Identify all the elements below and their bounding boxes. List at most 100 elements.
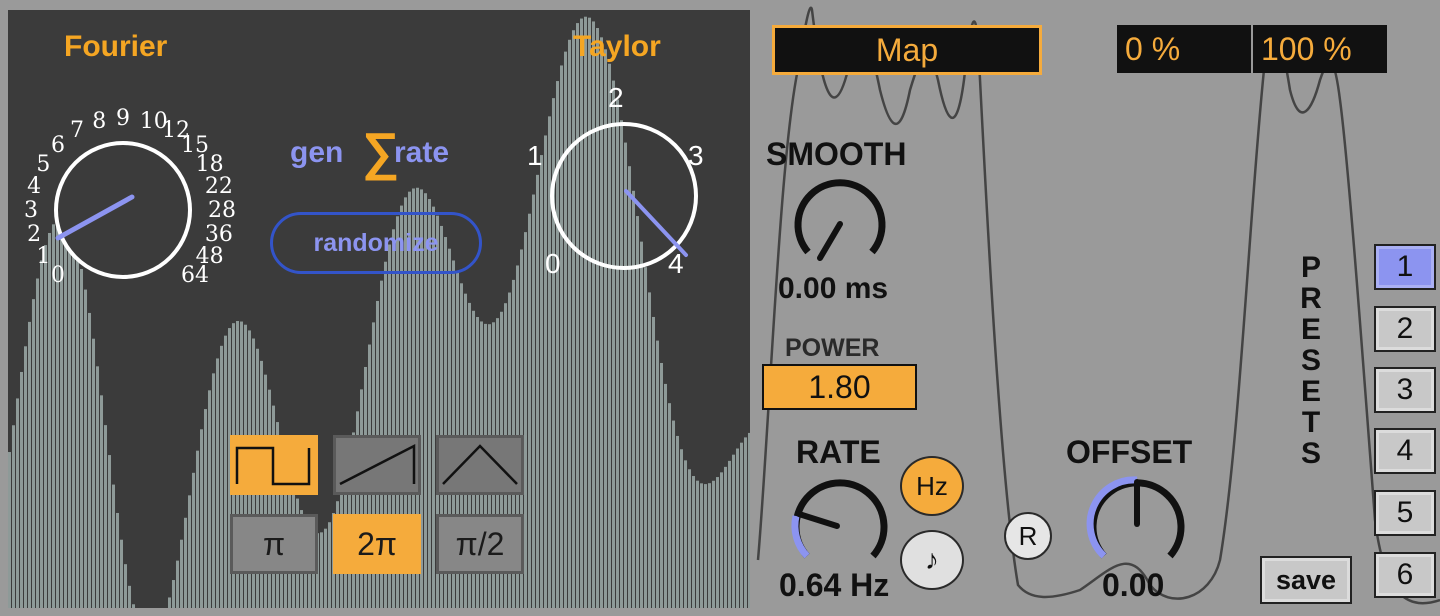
taylor-title: Taylor <box>573 30 661 63</box>
waveform-bar <box>268 389 271 608</box>
range-max-field[interactable]: 100 % <box>1253 25 1387 73</box>
waveform-bar <box>112 484 115 608</box>
presets-letter: S <box>1300 344 1321 377</box>
power-number-box[interactable]: 1.80 <box>762 364 917 410</box>
smooth-knob[interactable] <box>790 176 890 272</box>
waveform-bar <box>92 338 95 608</box>
waveform-bar <box>700 483 703 608</box>
preset-button-2[interactable]: 2 <box>1374 306 1436 352</box>
waveform-bar <box>664 383 667 608</box>
square-wave-icon <box>235 446 311 486</box>
waveform-bar <box>672 420 675 608</box>
waveform-bar <box>728 460 731 608</box>
waveform-bar <box>328 522 331 608</box>
waveform-bar <box>80 268 83 608</box>
preset-button-4[interactable]: 4 <box>1374 428 1436 474</box>
rate-knob[interactable] <box>787 474 893 574</box>
waveform-bar <box>40 260 43 608</box>
square-wave-button[interactable] <box>230 435 318 495</box>
waveform-bar <box>588 17 591 608</box>
triangle-wave-button[interactable] <box>436 435 524 495</box>
triangle-wave-icon <box>442 444 518 485</box>
waveform-bar <box>656 340 659 608</box>
saw-wave-icon <box>339 443 416 486</box>
power-label: POWER <box>785 334 880 362</box>
waveform-bar <box>704 484 707 608</box>
waveform-bar <box>660 362 663 608</box>
waveform-bar <box>532 194 535 608</box>
waveform-bar <box>104 425 107 608</box>
taylor-scale-label: 2 <box>608 82 624 113</box>
rate-knob-pointer <box>796 511 840 529</box>
waveform-bar <box>12 425 15 608</box>
fourier-scale-label: 0 <box>50 263 65 289</box>
taylor-scale-label: 1 <box>527 140 543 171</box>
waveform-bar <box>524 232 527 608</box>
waveform-bar <box>220 345 223 608</box>
offset-label: OFFSET <box>1066 434 1193 470</box>
waveform-bar <box>736 448 739 608</box>
fourier-scale-label: 8 <box>92 109 107 135</box>
fourier-scale-label: 2 <box>27 221 42 247</box>
waveform-bar <box>16 398 19 608</box>
fourier-scale-label: 1 <box>36 244 51 269</box>
offset-value: 0.00 <box>1102 567 1165 603</box>
waveform-bar <box>528 213 531 608</box>
waveform-bar <box>24 346 27 608</box>
reset-button[interactable]: R <box>1004 512 1052 560</box>
fourier-scale-label: 4 <box>27 174 42 200</box>
waveform-bar <box>596 28 599 608</box>
waveform-bar <box>644 267 647 608</box>
waveform-bar <box>720 472 723 608</box>
taylor-dial-pointer <box>624 189 688 257</box>
waveform-bar <box>652 316 655 608</box>
fourier-scale-label: 22 <box>204 174 233 200</box>
waveform-bar <box>32 299 35 608</box>
save-preset-button[interactable]: save <box>1260 556 1352 604</box>
hz-mode-button[interactable]: Hz <box>900 456 964 516</box>
preset-button-1[interactable]: 1 <box>1374 244 1436 290</box>
offset-knob[interactable] <box>1084 474 1190 574</box>
waveform-bar <box>580 18 583 608</box>
waveform-bar <box>360 389 363 608</box>
presets-letter: E <box>1300 375 1321 408</box>
waveform-bar <box>168 597 171 608</box>
fourier-scale-label: 5 <box>36 152 51 177</box>
waveform-bar <box>716 477 719 608</box>
waveform-bar <box>108 455 111 608</box>
waveform-bar <box>124 564 127 608</box>
period-2pi-button[interactable]: 2π <box>333 514 421 574</box>
waveform-bar <box>200 429 203 608</box>
fourier-dial[interactable] <box>48 135 198 285</box>
waveform-bar <box>692 476 695 608</box>
waveform-bar <box>132 604 135 608</box>
waveform-bar <box>592 21 595 608</box>
waveform-bar <box>668 403 671 608</box>
preset-button-3[interactable]: 3 <box>1374 367 1436 413</box>
waveform-bar <box>680 449 683 608</box>
range-min-field[interactable]: 0 % <box>1117 25 1251 73</box>
period-half-pi-button[interactable]: π/2 <box>436 514 524 574</box>
rate-label: RATE <box>796 434 881 470</box>
waveform-bar <box>212 373 215 608</box>
waveform-bar <box>544 135 547 608</box>
preset-button-5[interactable]: 5 <box>1374 490 1436 536</box>
taylor-scale-label: 3 <box>688 140 704 171</box>
waveform-bar <box>684 460 687 608</box>
waveform-bar <box>636 216 639 608</box>
waveform-bar <box>100 395 103 608</box>
waveform-bar <box>708 483 711 608</box>
saw-wave-button[interactable] <box>333 435 421 495</box>
waveform-bar <box>120 539 123 608</box>
map-button[interactable]: Map <box>772 25 1042 75</box>
preset-button-6[interactable]: 6 <box>1374 552 1436 598</box>
waveform-bar <box>76 251 79 608</box>
sync-note-button[interactable]: ♪ <box>900 530 964 590</box>
rate-value: 0.64 Hz <box>779 567 890 603</box>
waveform-bar <box>648 292 651 608</box>
period-pi-button[interactable]: π <box>230 514 318 574</box>
randomize-button[interactable]: randomize <box>270 212 482 274</box>
waveform-bar <box>216 358 219 608</box>
waveform-bar <box>536 174 539 608</box>
presets-letter: T <box>1301 406 1321 439</box>
